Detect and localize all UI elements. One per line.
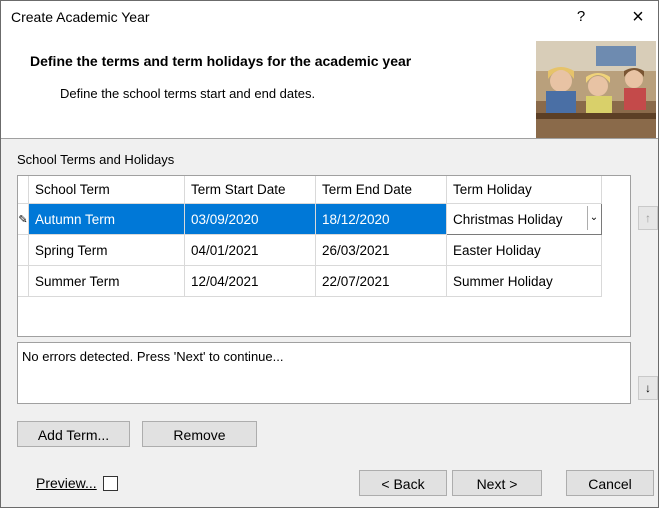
term-holiday-cell[interactable]: Summer Holiday (446, 265, 602, 297)
term-end-cell[interactable]: 26/03/2021 (315, 234, 447, 266)
chevron-down-icon[interactable]: ⌄ (587, 206, 600, 230)
table-row[interactable]: Spring Term 04/01/2021 26/03/2021 Easter… (18, 234, 602, 266)
term-holiday-cell[interactable]: Easter Holiday (446, 234, 602, 266)
term-holiday-dropdown[interactable]: Christmas Holiday ⌄ (446, 203, 602, 235)
window-title: Create Academic Year (11, 9, 150, 25)
remove-button[interactable]: Remove (142, 421, 257, 447)
terms-grid: School Term Term Start Date Term End Dat… (17, 175, 631, 337)
preview-checkbox[interactable] (103, 476, 118, 491)
back-button[interactable]: < Back (359, 470, 447, 496)
preview-label[interactable]: Preview... (36, 475, 97, 491)
section-label: School Terms and Holidays (17, 152, 175, 167)
term-name-cell[interactable]: Autumn Term (28, 203, 185, 235)
term-name-cell[interactable]: Summer Term (28, 265, 185, 297)
move-up-button[interactable]: ↑ (638, 206, 658, 230)
move-down-button[interactable]: ↓ (638, 376, 658, 400)
validation-message: No errors detected. Press 'Next' to cont… (22, 349, 284, 364)
help-button[interactable]: ? (566, 3, 596, 31)
column-header-school-term[interactable]: School Term (28, 176, 185, 204)
term-name-cell[interactable]: Spring Term (28, 234, 185, 266)
table-row[interactable]: Summer Term 12/04/2021 22/07/2021 Summer… (18, 265, 602, 297)
column-header-term-start-date[interactable]: Term Start Date (184, 176, 316, 204)
term-start-cell[interactable]: 03/09/2020 (184, 203, 316, 235)
column-header-term-end-date[interactable]: Term End Date (315, 176, 447, 204)
add-term-button[interactable]: Add Term... (17, 421, 130, 447)
close-button[interactable]: × (621, 3, 655, 31)
row-edit-indicator-icon: ✎ (18, 203, 29, 235)
header-subtitle: Define the school terms start and end da… (60, 86, 316, 101)
row-header-corner (18, 176, 29, 204)
table-row[interactable]: ✎ Autumn Term 03/09/2020 18/12/2020 Chri… (18, 203, 602, 235)
term-start-cell[interactable]: 12/04/2021 (184, 265, 316, 297)
header-title: Define the terms and term holidays for t… (30, 53, 412, 69)
terms-table: School Term Term Start Date Term End Dat… (18, 176, 602, 297)
title-bar: Create Academic Year ? × (1, 1, 658, 33)
term-end-cell[interactable]: 18/12/2020 (315, 203, 447, 235)
row-header-cell (18, 265, 29, 297)
term-start-cell[interactable]: 04/01/2021 (184, 234, 316, 266)
term-holiday-value: Christmas Holiday (453, 211, 563, 227)
row-header-cell (18, 234, 29, 266)
cancel-button[interactable]: Cancel (566, 470, 654, 496)
validation-message-box: No errors detected. Press 'Next' to cont… (17, 342, 631, 404)
wizard-header: Define the terms and term holidays for t… (1, 33, 658, 139)
column-header-term-holiday[interactable]: Term Holiday (446, 176, 602, 204)
term-end-cell[interactable]: 22/07/2021 (315, 265, 447, 297)
create-academic-year-dialog: Create Academic Year ? × Define the term… (0, 0, 659, 508)
next-button[interactable]: Next > (452, 470, 542, 496)
grid-header-row: School Term Term Start Date Term End Dat… (18, 176, 602, 204)
classroom-photo (536, 41, 656, 138)
